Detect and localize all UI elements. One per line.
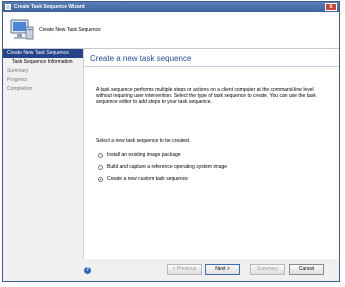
- button-bar: ? < Previous Next > Summary Cancel: [83, 259, 339, 281]
- help-icon[interactable]: ?: [84, 267, 91, 274]
- title-bar: Create Task Sequence Wizard x: [3, 2, 339, 12]
- page-title: Create a new task sequence: [90, 54, 192, 63]
- sidebar-item-progress[interactable]: Progress: [3, 76, 83, 85]
- wizard-sidebar: Create New Task Sequence Task Sequence I…: [3, 49, 83, 281]
- cancel-button[interactable]: Cancel: [289, 264, 324, 275]
- option-label: Build and capture a reference operating …: [107, 164, 228, 170]
- option-build-and-capture-reference-image[interactable]: Build and capture a reference operating …: [98, 164, 227, 170]
- sidebar-item-create-new-task-sequence[interactable]: Create New Task Sequence: [3, 49, 83, 58]
- radio-button-selected[interactable]: [98, 176, 103, 182]
- selection-prompt: Select a new task sequence to be created…: [96, 138, 191, 144]
- description-text: A task sequence performs multiple steps …: [96, 87, 316, 105]
- app-icon: [5, 4, 11, 10]
- wizard-window: Create Task Sequence Wizard x Create New…: [2, 1, 340, 282]
- computer-icon: [10, 19, 34, 40]
- option-create-new-custom-task-sequence[interactable]: Create a new custom task sequence: [98, 176, 188, 182]
- window-title: Create Task Sequence Wizard: [14, 4, 85, 10]
- next-button[interactable]: Next >: [205, 264, 240, 275]
- sidebar-item-completion[interactable]: Completion: [3, 85, 83, 94]
- main-content: Create a new task sequence A task sequen…: [83, 49, 339, 259]
- option-install-existing-image-package[interactable]: Install an existing image package: [98, 152, 181, 158]
- wizard-header: Create New Task Sequence: [3, 12, 339, 49]
- title-divider: [84, 66, 339, 67]
- sidebar-item-task-sequence-information[interactable]: Task Sequence Information: [3, 58, 83, 67]
- option-label: Create a new custom task sequence: [107, 176, 188, 182]
- sidebar-item-summary[interactable]: Summary: [3, 67, 83, 76]
- radio-button[interactable]: [98, 152, 103, 158]
- header-title: Create New Task Sequence: [39, 27, 101, 33]
- summary-button[interactable]: Summary: [250, 264, 285, 275]
- radio-button[interactable]: [98, 164, 103, 170]
- option-label: Install an existing image package: [107, 152, 181, 158]
- close-icon[interactable]: x: [325, 3, 337, 11]
- previous-button[interactable]: < Previous: [167, 264, 202, 275]
